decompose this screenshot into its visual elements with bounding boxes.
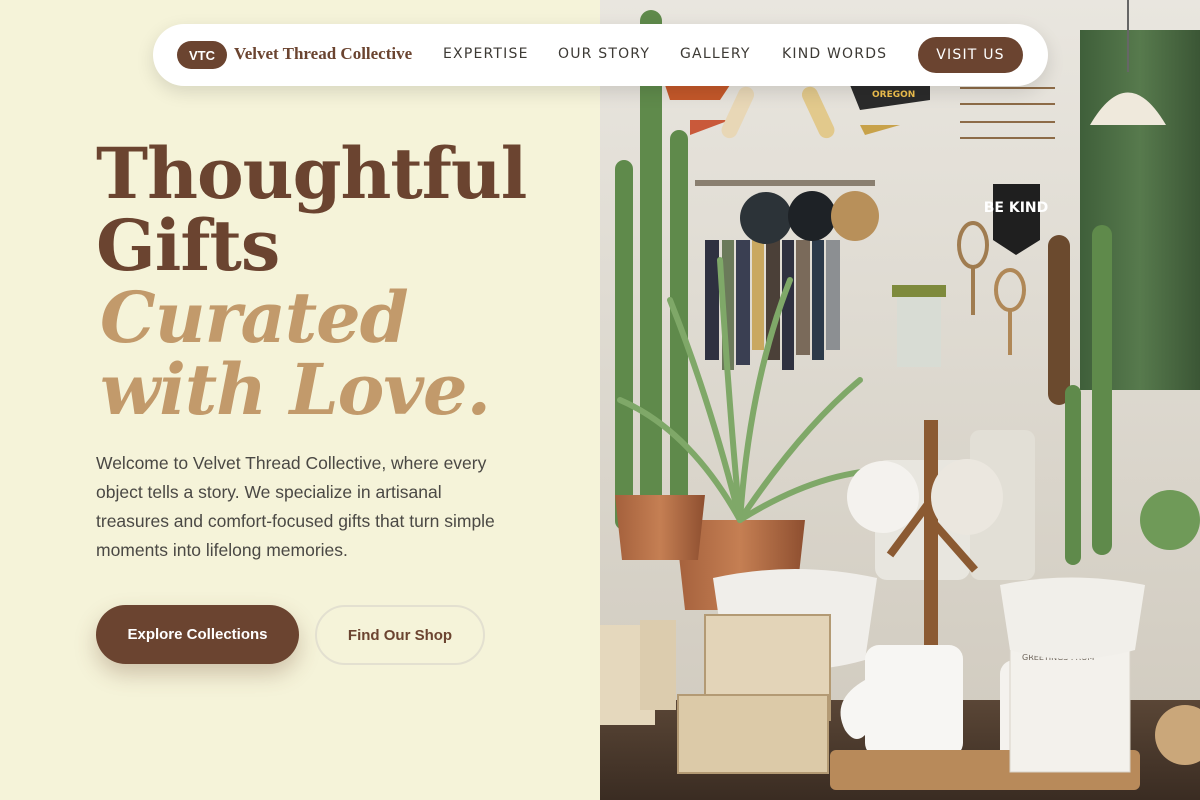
oregon-pennant-text: OREGON	[872, 90, 915, 100]
visit-us-button[interactable]: VISIT US	[918, 37, 1023, 73]
accent-line-1: Curated	[100, 276, 409, 359]
hero-photo: OREGON BE KIND	[600, 0, 1200, 800]
explore-collections-button[interactable]: Explore Collections	[96, 605, 299, 664]
logo-text[interactable]: Velvet Thread Collective	[234, 44, 412, 64]
hero-headline-accent: Curated with Love.	[100, 276, 491, 431]
hero-intro: Welcome to Velvet Thread Collective, whe…	[96, 453, 495, 560]
hero-left-panel: Thoughtful Gifts Curated with Love. Welc…	[0, 0, 600, 800]
shop-interior-image: OREGON BE KIND	[600, 0, 1200, 800]
hero-headline: Thoughtful Gifts	[96, 132, 527, 287]
logo-badge[interactable]: VTC	[177, 41, 227, 69]
accent-line-2: with Love.	[100, 348, 491, 431]
headline-line-1: Thoughtful	[96, 132, 527, 215]
nav-link-our-story[interactable]: OUR STORY	[558, 46, 650, 62]
main-navigation: VTC Velvet Thread Collective EXPERTISE O…	[153, 24, 1048, 86]
nav-link-expertise[interactable]: EXPERTISE	[443, 46, 529, 62]
nav-link-gallery[interactable]: GALLERY	[680, 46, 751, 62]
headline-line-2: Gifts	[96, 204, 280, 287]
nav-link-kind-words[interactable]: KIND WORDS	[782, 46, 887, 62]
be-kind-banner-text: BE KIND	[984, 200, 1049, 216]
find-our-shop-button[interactable]: Find Our Shop	[315, 605, 485, 665]
